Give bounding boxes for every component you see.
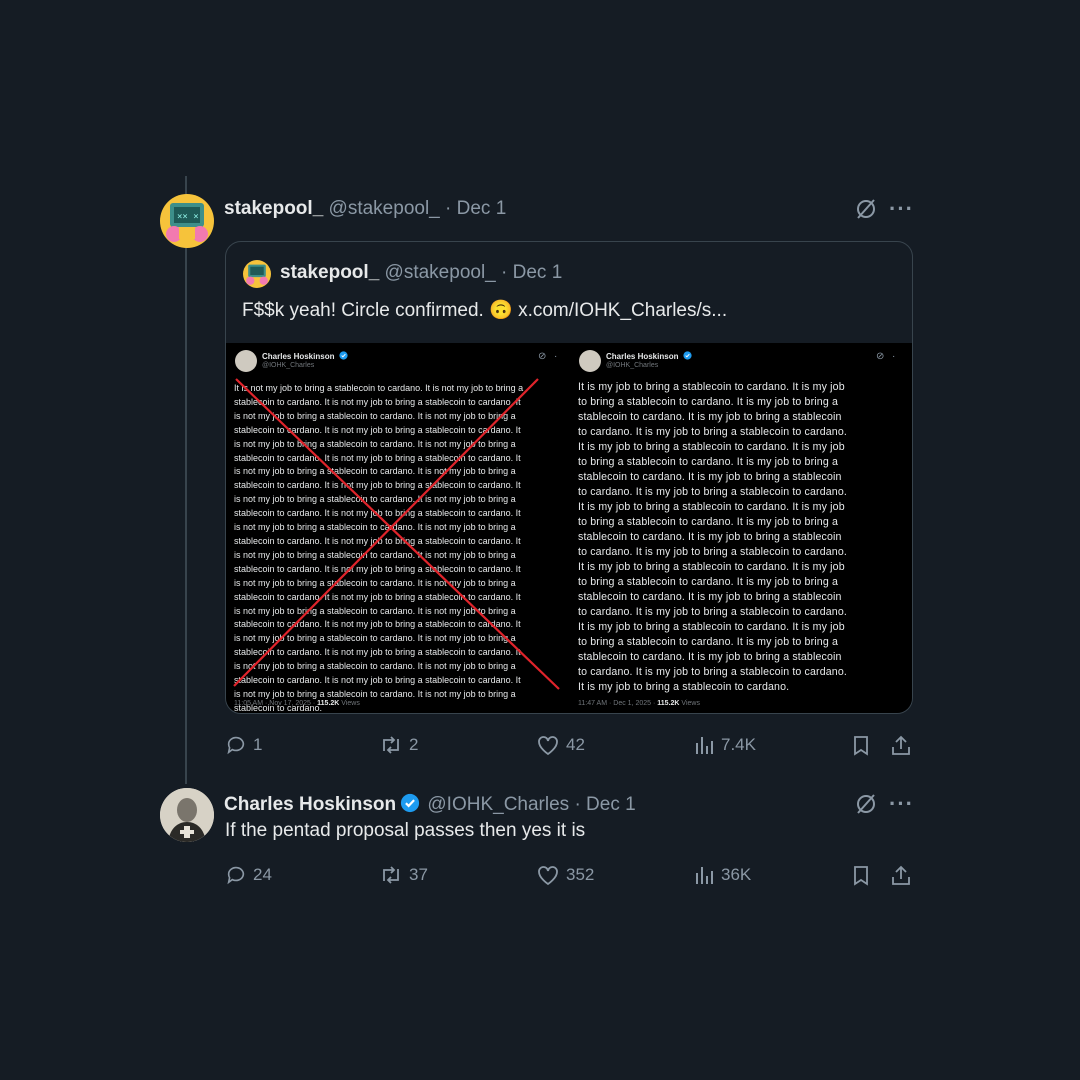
- tweet2-date[interactable]: · Dec 1: [574, 794, 635, 815]
- views-count: 36K: [721, 865, 752, 884]
- reply-button[interactable]: 24: [225, 860, 272, 890]
- like-icon: [538, 736, 558, 756]
- bookmark-icon: [854, 736, 868, 756]
- tweet1-actions: 1 2 42 7.4K: [225, 730, 915, 760]
- screenshot-right-body: It is my job to bring a stablecoin to ca…: [578, 380, 847, 695]
- screenshot-right-line: It is my job to bring a stablecoin to ca…: [578, 381, 845, 393]
- screenshot-right-line: It is my job to bring a stablecoin to ca…: [578, 621, 845, 633]
- screenshot-right-line: It is my job to bring a stablecoin to ca…: [578, 681, 790, 693]
- quote-header: stakepool_ @stakepool_ · Dec 1: [280, 262, 562, 284]
- views-button[interactable]: 7.4K: [693, 730, 756, 760]
- screenshot-right-line: It is my job to bring a stablecoin to ca…: [578, 561, 845, 573]
- tweet1-date[interactable]: · Dec 1: [445, 198, 506, 219]
- tweet1-handle[interactable]: @stakepool_: [329, 198, 440, 219]
- reply-count: 24: [253, 865, 272, 884]
- screenshot-right-line: to bring a stablecoin to cardano. It is …: [578, 636, 838, 648]
- verified-badge-icon: [683, 351, 692, 360]
- stakepool-avatar[interactable]: ×× ×: [160, 194, 214, 248]
- screenshot-right-line: to cardano. It is my job to bring a stab…: [578, 486, 847, 498]
- quote-avatar: [243, 260, 271, 288]
- grok-icon: ⊘: [876, 351, 885, 362]
- reply-icon: [227, 736, 245, 755]
- tweet2-header: Charles Hoskinson @IOHK_Charles · Dec 1: [224, 793, 636, 816]
- bookmark-icon: [854, 866, 868, 886]
- grok-icon[interactable]: [854, 792, 878, 821]
- quote-link[interactable]: x.com/IOHK_Charles/s...: [518, 300, 727, 321]
- share-button[interactable]: [890, 730, 918, 760]
- repost-icon: [383, 866, 399, 884]
- thread-line: [185, 176, 187, 784]
- charles-avatar[interactable]: [160, 788, 214, 842]
- screenshot-right-line: to bring a stablecoin to cardano. It is …: [578, 516, 838, 528]
- screenshot-right-line: to cardano. It is my job to bring a stab…: [578, 606, 847, 618]
- screenshot-right-line: stablecoin to cardano. It is my job to b…: [578, 471, 842, 483]
- screenshot-right-line: stablecoin to cardano. It is my job to b…: [578, 651, 842, 663]
- svg-text:×× ×: ×× ×: [177, 212, 199, 222]
- screenshot-left: Charles Hoskinson @IOHK_Charles ⊘ · It i…: [226, 343, 570, 713]
- screenshot-right-line: to bring a stablecoin to cardano. It is …: [578, 576, 838, 588]
- tweet2-handle[interactable]: @IOHK_Charles: [427, 794, 569, 815]
- share-button[interactable]: [890, 860, 918, 890]
- quote-body: F$$k yeah! Circle confirmed.: [242, 300, 484, 321]
- repost-icon: [383, 736, 399, 754]
- bookmark-button[interactable]: [850, 860, 878, 890]
- share-icon: [892, 865, 910, 885]
- like-icon: [538, 866, 558, 886]
- reply-button[interactable]: 1: [225, 730, 262, 760]
- views-icon: [696, 737, 713, 754]
- quote-date: · Dec 1: [501, 262, 563, 283]
- screenshot-right-meta: 11:47 AM · Dec 1, 2025 · 115.2K Views: [578, 700, 700, 707]
- views-button[interactable]: 36K: [693, 860, 751, 890]
- screenshot-right-line: to cardano. It is my job to bring a stab…: [578, 666, 847, 678]
- screenshot-right-handle: @IOHK_Charles: [606, 362, 659, 369]
- screenshot-right-line: to cardano. It is my job to bring a stab…: [578, 426, 847, 438]
- reply-icon: [227, 866, 245, 885]
- tweet2-actions: 24 37 352 36K: [225, 860, 915, 890]
- quote-text: F$$k yeah! Circle confirmed. 🙃 x.com/IOH…: [242, 298, 727, 322]
- repost-count: 2: [409, 735, 419, 754]
- repost-button[interactable]: 37: [379, 860, 428, 890]
- like-button[interactable]: 352: [536, 860, 594, 890]
- like-count: 42: [566, 735, 585, 754]
- screenshot-right-line: to cardano. It is my job to bring a stab…: [578, 546, 847, 558]
- quote-author-name: stakepool_: [280, 262, 380, 283]
- more-icon[interactable]: ···: [889, 196, 914, 222]
- like-button[interactable]: 42: [536, 730, 585, 760]
- reply-count: 1: [253, 735, 263, 754]
- quote-tweet-card[interactable]: stakepool_ @stakepool_ · Dec 1 F$$k yeah…: [225, 241, 913, 714]
- bookmark-button[interactable]: [850, 730, 878, 760]
- tweet2-text: If the pentad proposal passes then yes i…: [225, 820, 586, 841]
- screenshot-right: Charles Hoskinson @IOHK_Charles ⊘ · It i…: [570, 343, 912, 713]
- screenshot-right-line: stablecoin to cardano. It is my job to b…: [578, 591, 842, 603]
- views-icon: [696, 867, 713, 884]
- quote-emoji: 🙃: [489, 300, 513, 321]
- screenshot-right-name: Charles Hoskinson: [606, 351, 692, 361]
- tweet1-header: stakepool_ @stakepool_ · Dec 1: [224, 198, 506, 220]
- more-icon: ·: [892, 351, 896, 362]
- screenshot-right-line: stablecoin to cardano. It is my job to b…: [578, 411, 842, 423]
- more-icon[interactable]: ···: [889, 791, 914, 817]
- screenshot-right-line: stablecoin to cardano. It is my job to b…: [578, 531, 842, 543]
- red-cross-out: [233, 378, 560, 690]
- verified-badge-icon: [401, 793, 420, 813]
- screenshot-right-avatar: [579, 350, 601, 372]
- screenshot-right-line: to bring a stablecoin to cardano. It is …: [578, 456, 838, 468]
- like-count: 352: [566, 865, 595, 884]
- repost-button[interactable]: 2: [379, 730, 418, 760]
- views-count: 7.4K: [721, 735, 756, 754]
- tweet2-author-name[interactable]: Charles Hoskinson: [224, 794, 396, 815]
- share-icon: [892, 735, 910, 755]
- tweet1-author-name[interactable]: stakepool_: [224, 198, 323, 219]
- repost-count: 37: [409, 865, 428, 884]
- grok-icon[interactable]: [854, 197, 878, 226]
- screenshot-right-line: It is my job to bring a stablecoin to ca…: [578, 501, 845, 513]
- screenshot-right-line: to bring a stablecoin to cardano. It is …: [578, 396, 838, 408]
- screenshot-right-line: It is my job to bring a stablecoin to ca…: [578, 441, 845, 453]
- quote-image[interactable]: Charles Hoskinson @IOHK_Charles ⊘ · It i…: [226, 343, 912, 713]
- quote-handle: @stakepool_: [384, 262, 496, 283]
